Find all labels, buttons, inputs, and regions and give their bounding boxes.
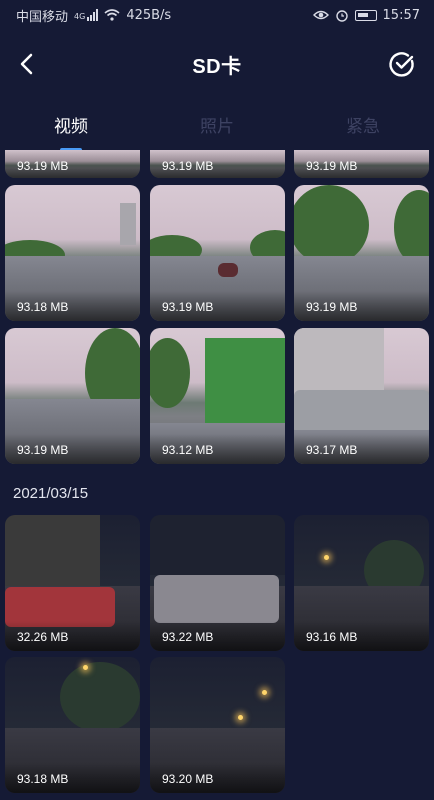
file-size: 93.20 MB	[162, 772, 214, 786]
file-size: 93.18 MB	[17, 300, 69, 314]
video-thumbnail[interactable]: 93.19 MB	[5, 150, 140, 178]
file-size: 93.19 MB	[162, 300, 214, 314]
file-size: 32.26 MB	[17, 630, 69, 644]
file-size: 93.19 MB	[306, 300, 358, 314]
clock: 15:57	[382, 7, 420, 23]
video-thumbnail[interactable]: 93.17 MB	[294, 328, 429, 464]
video-thumbnail[interactable]: 93.19 MB	[294, 185, 429, 321]
network-type: 4G	[74, 11, 86, 21]
status-left: 中国移动 4G 425B/s	[16, 6, 171, 25]
status-bar: 中国移动 4G 425B/s 15:57	[0, 0, 434, 30]
video-thumbnail[interactable]: 93.19 MB	[150, 185, 285, 321]
file-size: 93.19 MB	[162, 159, 214, 173]
video-thumbnail[interactable]: 93.19 MB	[294, 150, 429, 178]
video-thumbnail[interactable]: 93.16 MB	[294, 515, 429, 651]
network-speed: 425B/s	[126, 7, 172, 23]
tab-emergency[interactable]: 紧急	[318, 112, 408, 137]
file-size: 93.22 MB	[162, 630, 214, 644]
eye-icon	[312, 10, 329, 20]
video-thumbnail[interactable]: 93.18 MB	[5, 185, 140, 321]
header: SD卡	[0, 40, 434, 88]
section-date: 2021/03/15	[13, 485, 89, 502]
video-thumbnail[interactable]: 93.19 MB	[150, 150, 285, 178]
chevron-left-icon	[20, 53, 33, 75]
back-button[interactable]	[12, 48, 44, 80]
check-circle-icon	[389, 52, 414, 77]
file-size: 93.17 MB	[306, 443, 358, 457]
page-title: SD卡	[192, 55, 242, 78]
tab-photo[interactable]: 照片	[172, 112, 262, 137]
file-size: 93.18 MB	[17, 772, 69, 786]
video-thumbnail[interactable]: 93.12 MB	[150, 328, 285, 464]
select-button[interactable]	[386, 48, 418, 80]
tab-video[interactable]: 视频	[26, 112, 116, 137]
battery-icon	[354, 9, 377, 21]
video-thumbnail[interactable]: 93.19 MB	[5, 328, 140, 464]
video-thumbnail[interactable]: 93.20 MB	[150, 657, 285, 793]
video-thumbnail[interactable]: 93.22 MB	[150, 515, 285, 651]
wifi-icon	[104, 9, 120, 21]
carrier-label: 中国移动	[16, 9, 69, 25]
video-thumbnail[interactable]: 93.18 MB	[5, 657, 140, 793]
file-size: 93.16 MB	[306, 630, 358, 644]
file-size: 93.12 MB	[162, 443, 214, 457]
status-right: 15:57	[312, 7, 420, 23]
file-size: 93.19 MB	[306, 159, 358, 173]
video-thumbnail[interactable]: 32.26 MB	[5, 515, 140, 651]
alarm-icon	[335, 10, 348, 22]
file-size: 93.19 MB	[17, 159, 69, 173]
file-size: 93.19 MB	[17, 443, 69, 457]
signal-icon	[87, 9, 99, 21]
